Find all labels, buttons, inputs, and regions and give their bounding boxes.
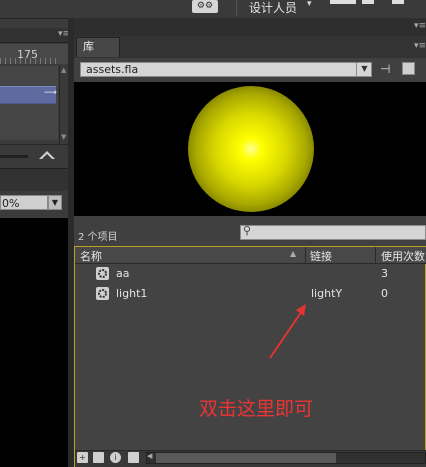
sort-icon[interactable]: ▲ <box>290 249 296 258</box>
new-symbol-icon[interactable]: + <box>77 452 88 463</box>
library-options-icon[interactable]: ▾≡ <box>414 41 426 51</box>
item-use-count: 0 <box>381 287 388 300</box>
column-divider[interactable] <box>305 247 306 263</box>
scroll-down-icon[interactable]: ▼ <box>61 133 66 141</box>
properties-icon[interactable]: i <box>110 452 121 463</box>
new-library-panel-icon[interactable] <box>402 62 415 75</box>
library-item-light1[interactable]: light1 lightY 0 <box>75 284 426 304</box>
light-symbol-preview <box>188 86 314 212</box>
search-icon: ⚲ <box>243 224 252 237</box>
item-linkage[interactable]: lightY <box>311 287 342 300</box>
new-folder-icon[interactable] <box>93 452 104 463</box>
scroll-up-icon[interactable]: ▲ <box>61 66 66 74</box>
minimize-button[interactable] <box>362 0 374 4</box>
workspace-switcher[interactable]: 设计人员 <box>249 0 297 16</box>
item-name: aa <box>116 267 130 280</box>
trash-icon[interactable] <box>128 452 139 463</box>
chevron-down-icon[interactable]: ▼ <box>356 62 372 77</box>
movieclip-icon <box>96 267 109 280</box>
document-select[interactable]: assets.fla <box>80 62 372 77</box>
pin-icon[interactable]: ⊣ <box>380 62 390 76</box>
zoom-field[interactable]: 0% <box>0 195 48 210</box>
maximize-button[interactable] <box>392 0 404 4</box>
column-header-row <box>75 247 426 264</box>
annotation-arrow <box>269 304 306 359</box>
library-panel-header <box>74 18 426 36</box>
tab-library[interactable]: 库 <box>76 37 120 57</box>
movieclip-icon <box>96 287 109 300</box>
stage-header <box>0 168 68 191</box>
library-item-aa[interactable]: aa 3 <box>75 264 426 284</box>
panel-menu-icon[interactable]: ▾≡ <box>414 21 426 31</box>
column-linkage[interactable]: 链接 <box>310 248 332 264</box>
tween-arrow-icon: ⟶ <box>44 88 57 98</box>
item-use-count: 3 <box>381 267 388 280</box>
mountain-icon[interactable] <box>38 150 56 160</box>
search-box[interactable] <box>330 0 356 4</box>
annotation-text: 双击这里即可 <box>199 398 314 420</box>
toolbar-divider <box>236 0 237 16</box>
scrollbar-thumb[interactable] <box>156 453 336 463</box>
column-name[interactable]: 名称 <box>80 248 102 264</box>
library-search-input[interactable] <box>240 225 426 240</box>
item-name: light1 <box>116 287 148 300</box>
zoom-dropdown-button[interactable]: ▼ <box>48 195 62 210</box>
timeline-zoom-slider[interactable] <box>0 155 28 158</box>
chevron-down-icon[interactable]: ▾ <box>307 0 312 9</box>
stage-canvas[interactable] <box>0 218 68 467</box>
frame-ticks <box>0 58 58 64</box>
column-divider[interactable] <box>375 247 376 263</box>
scroll-left-icon[interactable]: ◀ <box>147 452 152 460</box>
column-use-count[interactable]: 使用次数 <box>381 248 425 264</box>
library-tabstrip <box>74 36 426 59</box>
item-count: 2 个项目 <box>78 232 118 243</box>
gear-icon[interactable]: ⚙⚙ <box>192 0 218 13</box>
